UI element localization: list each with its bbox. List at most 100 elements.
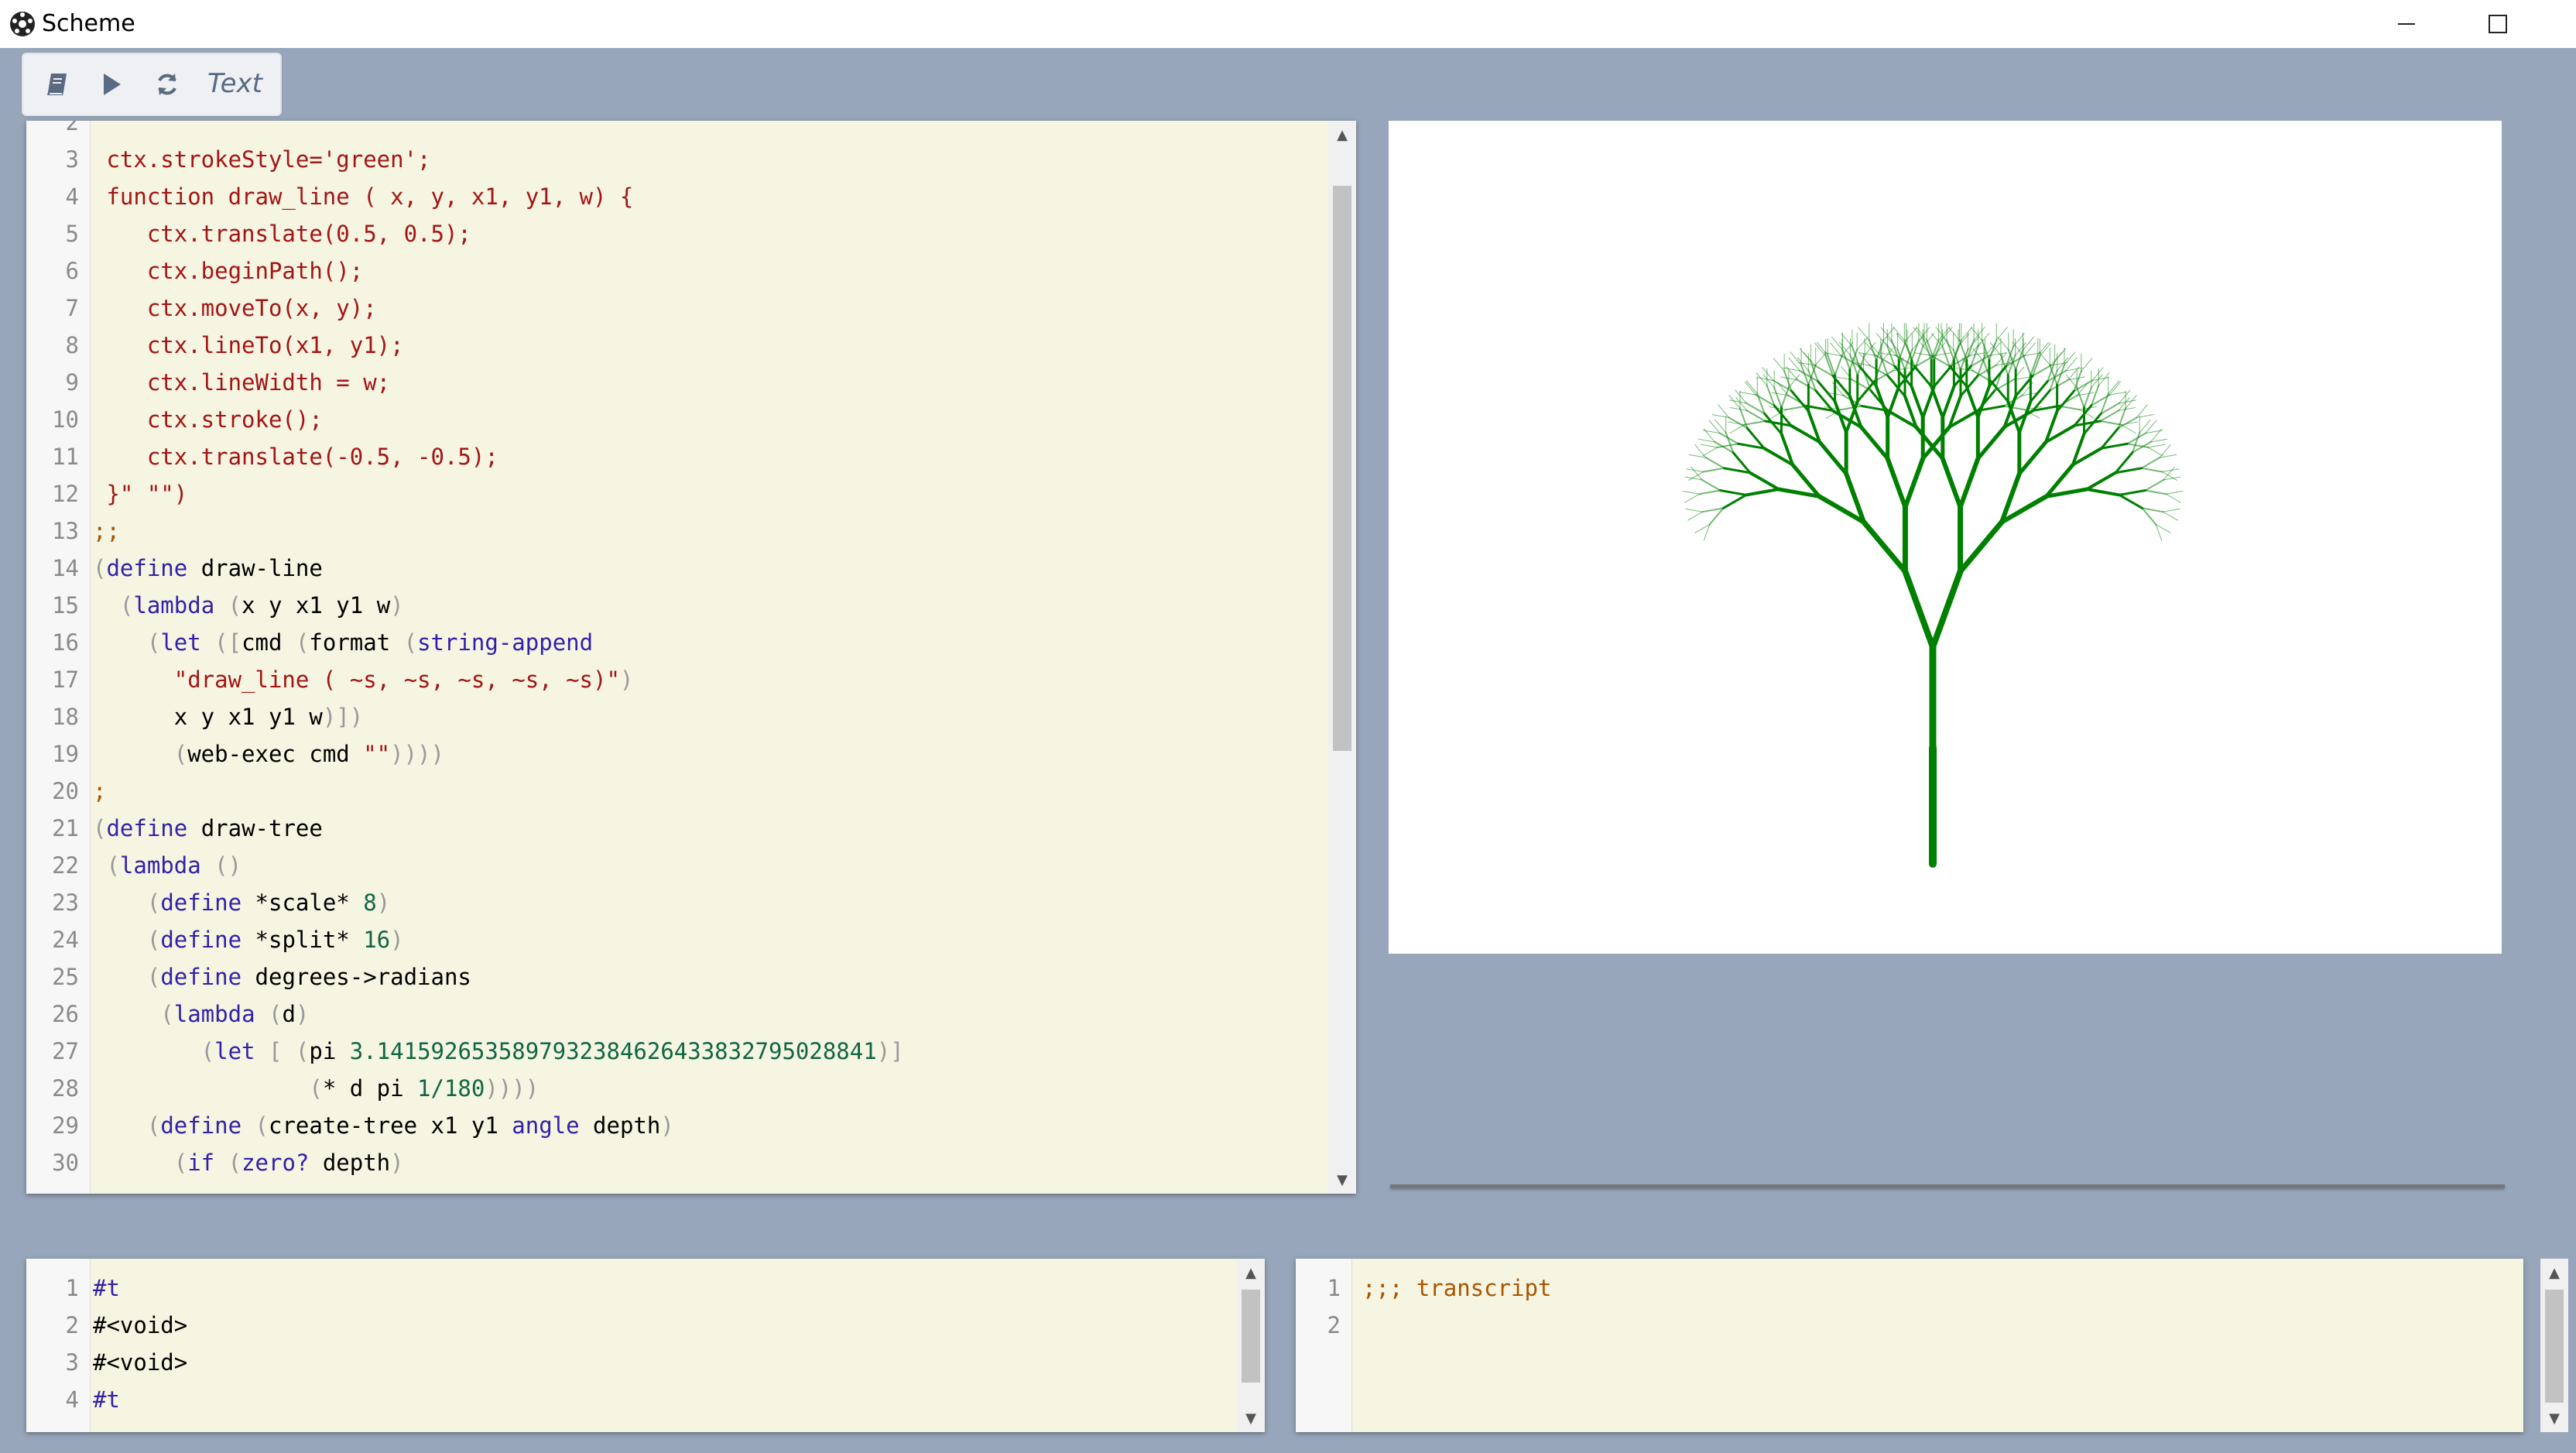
output-area[interactable]: #t #<void> #<void> #t <box>93 1259 1234 1432</box>
tree-branch <box>2144 478 2165 492</box>
line-number: 2 <box>65 1312 79 1338</box>
code-token: ( <box>93 964 161 990</box>
line-number: 16 <box>52 629 79 656</box>
tree-branch <box>1902 568 1936 650</box>
tree-branch <box>2085 471 2118 492</box>
code-line[interactable]: ctx.stroke(); <box>93 401 323 438</box>
output-scrollbar[interactable]: ▲ ▼ <box>1237 1259 1265 1432</box>
code-line[interactable]: ;; <box>93 512 120 550</box>
tree-branch <box>2165 490 2184 495</box>
tree-branch <box>1930 568 1964 650</box>
line-number: 13 <box>52 518 79 544</box>
code-token: #t <box>93 1275 120 1301</box>
code-token: ( <box>214 1150 242 1176</box>
code-line[interactable]: ;;; transcript <box>1362 1270 1551 1307</box>
code-line[interactable]: (let ([cmd (format (string-append <box>93 624 593 661</box>
line-number: 3 <box>65 1349 79 1376</box>
code-line[interactable]: ctx.translate(0.5, 0.5); <box>93 215 471 252</box>
code-line[interactable]: (define draw-line <box>93 550 323 587</box>
code-line[interactable]: #t <box>93 1270 120 1307</box>
code-token: ( <box>93 1038 215 1064</box>
code-token: cmd <box>242 629 296 656</box>
line-number: 7 <box>65 295 79 321</box>
line-number: 1 <box>65 1275 79 1301</box>
code-line[interactable]: ; <box>93 773 106 810</box>
code-line[interactable]: (define *scale* 8) <box>93 884 390 921</box>
code-token: lambda <box>133 592 215 619</box>
code-line[interactable]: (lambda (x y x1 y1 w) <box>93 587 404 624</box>
tree-branch <box>2006 399 2021 434</box>
code-editor[interactable]: 2 3 4 5 6 7 8 9 10 11 12 13 14 15 16 17 18 19 20 21 22 23 24 25… <box>26 121 1356 1194</box>
code-line[interactable]: "draw_line ( ~s, ~s, ~s, ~s, ~s)") <box>93 661 634 698</box>
tree-branch <box>2147 444 2166 448</box>
transcript-scrollbar[interactable]: ▲ ▼ <box>2540 1259 2568 1432</box>
refresh-button[interactable] <box>147 65 187 104</box>
tree-branch <box>1858 327 1870 341</box>
code-token: ( <box>93 852 120 879</box>
code-line[interactable]: #<void> <box>93 1344 187 1381</box>
text-mode-button[interactable]: Text <box>207 67 262 101</box>
code-line[interactable]: (* d pi 1/180)))) <box>93 1070 539 1107</box>
scroll-up-arrow[interactable]: ▲ <box>2540 1259 2568 1287</box>
code-line[interactable]: }" "") <box>93 475 187 512</box>
tree-branch <box>2065 374 2078 389</box>
tree-branch <box>1704 457 1725 469</box>
tree-branch <box>2108 380 2120 395</box>
tree-branch <box>1880 327 1893 341</box>
scroll-down-arrow[interactable]: ▼ <box>1237 1404 1265 1432</box>
code-token: ctx.strokeStyle='green'; <box>93 146 431 173</box>
scroll-down-arrow[interactable]: ▼ <box>2540 1404 2568 1432</box>
code-line[interactable]: (lambda () <box>93 847 242 884</box>
toolbar: Text <box>22 53 282 116</box>
transcript-panel[interactable]: 12 ;;; transcript <box>1296 1259 2523 1432</box>
scroll-up-arrow[interactable]: ▲ <box>1328 121 1356 149</box>
tree-branch <box>1773 386 1783 409</box>
code-token: )] <box>876 1038 904 1064</box>
panel-divider[interactable] <box>1390 1184 2505 1188</box>
code-line[interactable]: #<void> <box>93 1307 187 1344</box>
minimize-button[interactable] <box>2356 0 2457 48</box>
scrollbar-thumb[interactable] <box>2545 1290 2564 1403</box>
code-token: ctx.beginPath(); <box>93 258 364 284</box>
code-line[interactable]: (if (zero? depth) <box>93 1144 404 1181</box>
maximize-icon <box>2489 15 2507 33</box>
tree-branch <box>1973 327 1985 341</box>
transcript-area[interactable]: ;;; transcript <box>1362 1259 2523 1432</box>
code-token: define <box>160 964 242 990</box>
code-token: 41 <box>849 1038 877 1064</box>
tree-branch <box>2002 405 2026 411</box>
output-console[interactable]: 1 2 3 4 #t #<void> #<void> #t ▲ ▼ <box>26 1259 1265 1432</box>
code-line[interactable]: #t <box>93 1381 120 1418</box>
code-line[interactable]: ctx.moveTo(x, y); <box>93 290 377 327</box>
maximize-button[interactable] <box>2448 0 2548 48</box>
code-line[interactable]: x y x1 y1 w)]) <box>93 698 363 735</box>
code-line[interactable]: ctx.lineTo(x1, y1); <box>93 327 404 364</box>
scroll-up-arrow[interactable]: ▲ <box>1237 1259 1265 1287</box>
code-area[interactable]: ctx.strokeStyle='green'; function draw_l… <box>93 121 1325 1194</box>
code-line[interactable]: ctx.lineWidth = w; <box>93 364 390 401</box>
code-token: depth <box>309 1150 391 1176</box>
tree-branch <box>1875 385 1889 420</box>
code-line[interactable]: ctx.strokeStyle='green'; <box>93 141 431 178</box>
scroll-down-arrow[interactable]: ▼ <box>1328 1166 1356 1194</box>
code-line[interactable]: (let [ (pi 3.141592653589793238462643383… <box>93 1033 904 1070</box>
code-line[interactable]: ctx.translate(-0.5, -0.5); <box>93 438 498 475</box>
scrollbar-thumb[interactable] <box>1242 1290 1260 1383</box>
code-line[interactable]: ctx.beginPath(); <box>93 252 363 290</box>
code-line[interactable]: (lambda (d) <box>93 996 309 1033</box>
code-line[interactable]: (web-exec cmd "")))) <box>93 735 444 773</box>
tree-branch <box>2162 511 2178 521</box>
tree-branch <box>1947 327 1960 341</box>
code-line[interactable]: function draw_line ( x, y, x1, y1, w) { <box>93 178 633 215</box>
tree-branch <box>2085 488 2122 497</box>
code-line[interactable]: (define draw-tree <box>93 810 323 847</box>
book-button[interactable] <box>37 65 77 104</box>
tree-branch <box>1698 489 1721 495</box>
code-line[interactable]: (define degrees->radians <box>93 958 471 996</box>
code-line[interactable]: (define *split* 16) <box>93 921 404 958</box>
editor-scrollbar[interactable]: ▲ ▼ <box>1328 121 1356 1194</box>
code-token: ;;; transcript <box>1362 1275 1552 1301</box>
scrollbar-thumb[interactable] <box>1333 186 1351 751</box>
run-button[interactable] <box>91 65 132 104</box>
code-line[interactable]: (define (create-tree x1 y1 angle depth) <box>93 1107 674 1144</box>
